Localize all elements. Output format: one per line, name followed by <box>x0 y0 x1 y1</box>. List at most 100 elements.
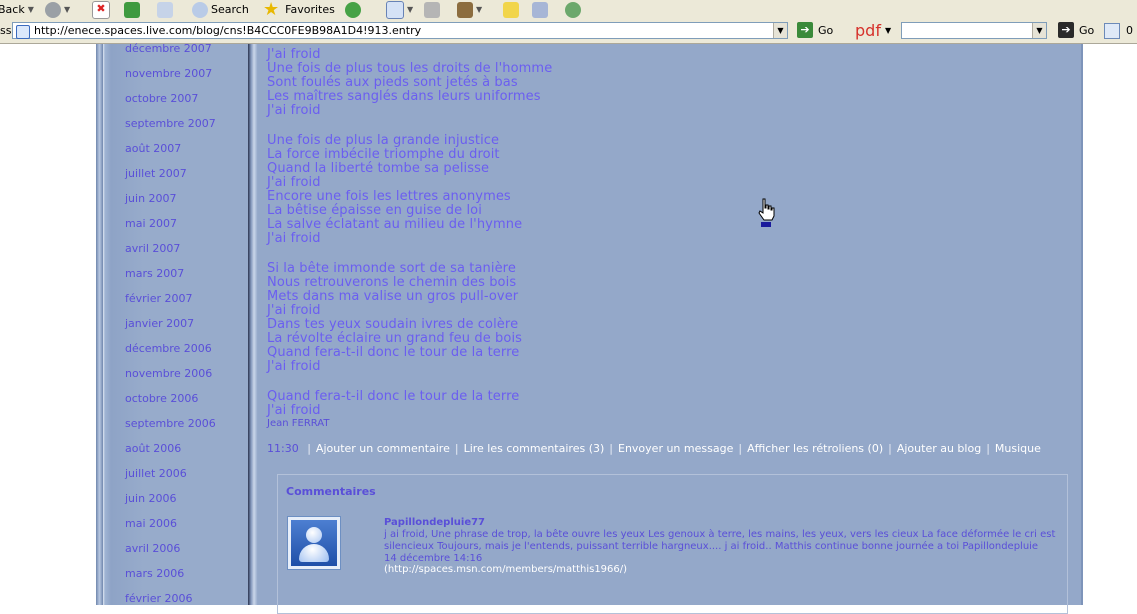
address-bar: ss http://enece.spaces.live.com/blog/cns… <box>0 19 1137 44</box>
poem-line: J'ai froid <box>267 47 321 62</box>
avatar[interactable] <box>287 516 341 570</box>
poem-line: Encore une fois les lettres anonymes <box>267 189 511 204</box>
forward-button[interactable]: ▼ <box>45 0 70 19</box>
pdf-dropdown-icon[interactable]: ▼ <box>885 26 891 35</box>
search-button[interactable]: Search <box>192 0 249 19</box>
post-time[interactable]: 11:30 <box>267 442 299 455</box>
comment-url[interactable]: (http://spaces.msn.com/members/matthis19… <box>384 564 627 575</box>
archive-link[interactable]: novembre 2007 <box>125 67 212 80</box>
home-button[interactable] <box>157 0 173 19</box>
messenger-button[interactable] <box>565 0 581 19</box>
pdf-button[interactable]: pdf <box>855 21 881 40</box>
poem-line: Quand fera-t-il donc le tour de la terre <box>267 345 520 360</box>
address-field[interactable]: http://enece.spaces.live.com/blog/cns!B4… <box>12 22 788 39</box>
post-action-link[interactable]: Ajouter au blog <box>897 442 981 455</box>
edit-dropdown-icon[interactable]: ▼ <box>476 5 482 14</box>
favorites-button[interactable]: ★ Favorites <box>263 0 335 19</box>
search-label: Search <box>211 3 249 16</box>
archive-link[interactable]: juillet 2007 <box>125 167 187 180</box>
poem-line: Les maîtres sanglés dans leurs uniformes <box>267 89 541 104</box>
forward-icon <box>45 1 61 18</box>
post-action-link[interactable]: Musique <box>995 442 1041 455</box>
mail-icon <box>386 0 404 19</box>
post-action-link[interactable]: Lire les commentaires (3) <box>464 442 605 455</box>
research-button[interactable] <box>532 0 548 19</box>
poem-line: La révolte éclaire un grand feu de bois <box>267 331 523 346</box>
archive-link[interactable]: mai 2007 <box>125 217 177 230</box>
stop-icon: ✖ <box>92 0 110 19</box>
refresh-button[interactable] <box>124 0 140 19</box>
note-icon <box>503 1 519 18</box>
archive-link[interactable]: avril 2006 <box>125 542 180 555</box>
avatar-head <box>306 527 322 543</box>
sidebar-divider <box>248 44 258 605</box>
post-action-link[interactable]: Envoyer un message <box>618 442 733 455</box>
archive-link[interactable]: mars 2007 <box>125 267 184 280</box>
poem-line: Quand la liberté tombe sa pelisse <box>267 161 490 176</box>
footer-separator: | <box>888 442 892 455</box>
go-button[interactable]: ➔ Go <box>797 22 833 38</box>
poem-line: La bêtise épaisse en guise de loi <box>267 203 482 218</box>
hand-cursor-icon <box>758 198 775 221</box>
page-favicon-icon <box>16 25 30 39</box>
mail-button[interactable]: ▼ <box>386 0 413 19</box>
go-label: Go <box>818 23 834 37</box>
user-silhouette-icon <box>291 520 337 566</box>
archive-link[interactable]: juin 2007 <box>125 192 177 205</box>
discuss-button[interactable] <box>503 0 519 19</box>
archive-link[interactable]: juin 2006 <box>125 492 177 505</box>
poem-line: Nous retrouverons le chemin des bois <box>267 275 517 290</box>
archive-link[interactable]: février 2006 <box>125 592 193 605</box>
archive-link[interactable]: août 2007 <box>125 142 181 155</box>
mail-dropdown-icon[interactable]: ▼ <box>407 5 413 14</box>
archive-link[interactable]: mai 2006 <box>125 517 177 530</box>
toolbar-search-input[interactable]: ▼ <box>901 22 1047 39</box>
footer-separator: | <box>609 442 613 455</box>
poem-line: J'ai froid <box>267 231 321 246</box>
archive-link[interactable]: octobre 2006 <box>125 392 198 405</box>
stop-button[interactable]: ✖ <box>92 0 110 19</box>
post-action-link[interactable]: Afficher les rétroliens (0) <box>747 442 883 455</box>
address-label: ss <box>0 24 12 37</box>
poem-line: Sont foulés aux pieds sont jetés à bas <box>267 75 518 90</box>
archive-link[interactable]: novembre 2006 <box>125 367 212 380</box>
media-button[interactable] <box>345 0 361 19</box>
archive-link[interactable]: mars 2006 <box>125 567 184 580</box>
poem-line: La force imbécile triomphe du droit <box>267 147 500 162</box>
poem-line: J'ai froid <box>267 175 321 190</box>
archive-link[interactable]: janvier 2007 <box>125 317 194 330</box>
notification-icon[interactable] <box>1104 23 1120 39</box>
poem-line: Une fois de plus tous les droits de l'ho… <box>267 61 553 76</box>
page-viewport: décembre 2007 novembre 2007 octobre 2007 se… <box>0 42 1137 614</box>
back-dropdown-icon[interactable]: ▼ <box>28 5 34 14</box>
forward-dropdown-icon[interactable]: ▼ <box>64 5 70 14</box>
comment-author[interactable]: Papillondepluie77 <box>384 517 485 528</box>
toolbar-search-go-button[interactable]: ➔ Go <box>1058 22 1094 38</box>
research-icon <box>532 1 548 18</box>
edit-button[interactable]: ▼ <box>457 0 482 19</box>
refresh-icon <box>124 1 140 18</box>
print-button[interactable] <box>424 0 440 19</box>
toolbar-search-dropdown-icon[interactable]: ▼ <box>1032 23 1046 38</box>
archive-link[interactable]: avril 2007 <box>125 242 180 255</box>
print-icon <box>424 1 440 18</box>
archive-link[interactable]: février 2007 <box>125 292 193 305</box>
archive-link[interactable]: septembre 2006 <box>125 417 216 430</box>
toolbar-search-go-label: Go <box>1079 23 1095 37</box>
notification-count: 0 <box>1126 24 1133 37</box>
address-dropdown-icon[interactable]: ▼ <box>773 23 787 38</box>
back-button[interactable]: Back ▼ <box>0 0 34 19</box>
comments-box: Commentaires Papillondepluie77 j ai froi… <box>277 474 1068 614</box>
archive-link[interactable]: octobre 2007 <box>125 92 198 105</box>
archive-link[interactable]: décembre 2007 <box>125 42 212 55</box>
archive-link[interactable]: septembre 2007 <box>125 117 216 130</box>
address-url[interactable]: http://enece.spaces.live.com/blog/cns!B4… <box>34 24 421 37</box>
poem-line: Quand fera-t-il donc le tour de la terre <box>267 389 520 404</box>
archive-link[interactable]: juillet 2006 <box>125 467 187 480</box>
post-action-link[interactable]: Ajouter un commentaire <box>316 442 450 455</box>
blog-area: décembre 2007 novembre 2007 octobre 2007 se… <box>96 42 1100 614</box>
archive-link[interactable]: décembre 2006 <box>125 342 212 355</box>
comment-text: j ai froid, Une phrase de trop, la bête … <box>384 529 1056 552</box>
archive-link[interactable]: août 2006 <box>125 442 181 455</box>
poem-line: Dans tes yeux soudain ivres de colère <box>267 317 519 332</box>
